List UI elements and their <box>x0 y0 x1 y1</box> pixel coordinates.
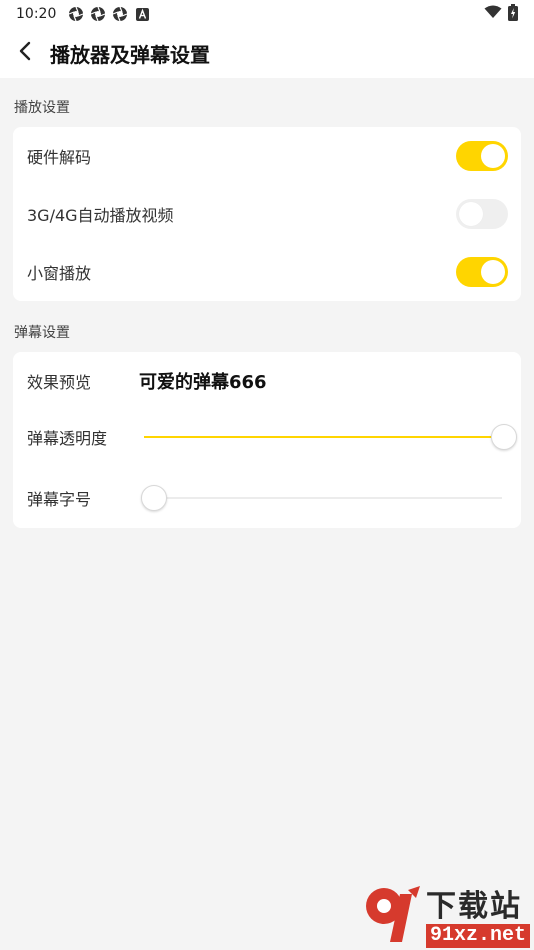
setting-row-hardware-decode: 硬件解码 <box>13 141 521 171</box>
slider-thumb[interactable] <box>491 424 517 450</box>
back-button[interactable] <box>0 28 50 78</box>
wifi-icon <box>484 5 502 23</box>
logo-icon <box>360 884 422 948</box>
section-label-playback: 播放设置 <box>14 100 70 116</box>
danmaku-opacity-row: 弹幕透明度 <box>13 422 521 452</box>
setting-label: 3G/4G自动播放视频 <box>27 206 174 225</box>
slider-track <box>154 497 502 499</box>
autoplay-mobile-toggle[interactable] <box>456 199 508 229</box>
watermark-brand: 下载站 <box>425 889 522 924</box>
mini-window-toggle[interactable] <box>456 257 508 287</box>
opacity-slider[interactable] <box>144 422 517 452</box>
aperture-icon <box>112 6 128 22</box>
preview-label: 效果预览 <box>27 373 92 392</box>
watermark: 下载站 91xz.net <box>360 884 530 948</box>
setting-row-autoplay-mobile: 3G/4G自动播放视频 <box>13 199 521 229</box>
page-title: 播放器及弹幕设置 <box>50 42 210 67</box>
size-label: 弹幕字号 <box>27 490 92 509</box>
aperture-icon <box>90 6 106 22</box>
toggle-knob <box>481 260 505 284</box>
slider-fill <box>144 436 504 438</box>
danmaku-size-row: 弹幕字号 <box>13 483 521 513</box>
status-time: 10:20 <box>16 6 57 22</box>
hardware-decode-toggle[interactable] <box>456 141 508 171</box>
danmaku-preview-row: 效果预览 可爱的弹幕666 <box>13 366 521 396</box>
danmaku-preview-text: 可爱的弹幕666 <box>139 372 267 393</box>
a-badge-icon <box>134 6 150 22</box>
slider-thumb[interactable] <box>141 485 167 511</box>
toggle-knob <box>459 202 483 226</box>
setting-label: 硬件解码 <box>27 148 92 167</box>
chevron-left-icon <box>18 41 32 65</box>
danmaku-settings-card: 效果预览 可爱的弹幕666 弹幕透明度 弹幕字号 <box>13 352 521 528</box>
setting-label: 小窗播放 <box>27 264 92 283</box>
status-right <box>484 3 518 25</box>
opacity-label: 弹幕透明度 <box>27 429 108 448</box>
status-bar: 10:20 <box>0 0 534 28</box>
setting-row-mini-window: 小窗播放 <box>13 257 521 287</box>
battery-icon <box>508 3 518 25</box>
watermark-text: 下载站 91xz.net <box>425 889 530 948</box>
watermark-url: 91xz.net <box>425 924 530 948</box>
playback-settings-card: 硬件解码 3G/4G自动播放视频 小窗播放 <box>13 127 521 301</box>
app-header: 播放器及弹幕设置 <box>0 28 534 78</box>
toggle-knob <box>481 144 505 168</box>
font-size-slider[interactable] <box>141 483 502 513</box>
section-label-danmaku: 弹幕设置 <box>14 325 70 341</box>
aperture-icon <box>68 6 84 22</box>
